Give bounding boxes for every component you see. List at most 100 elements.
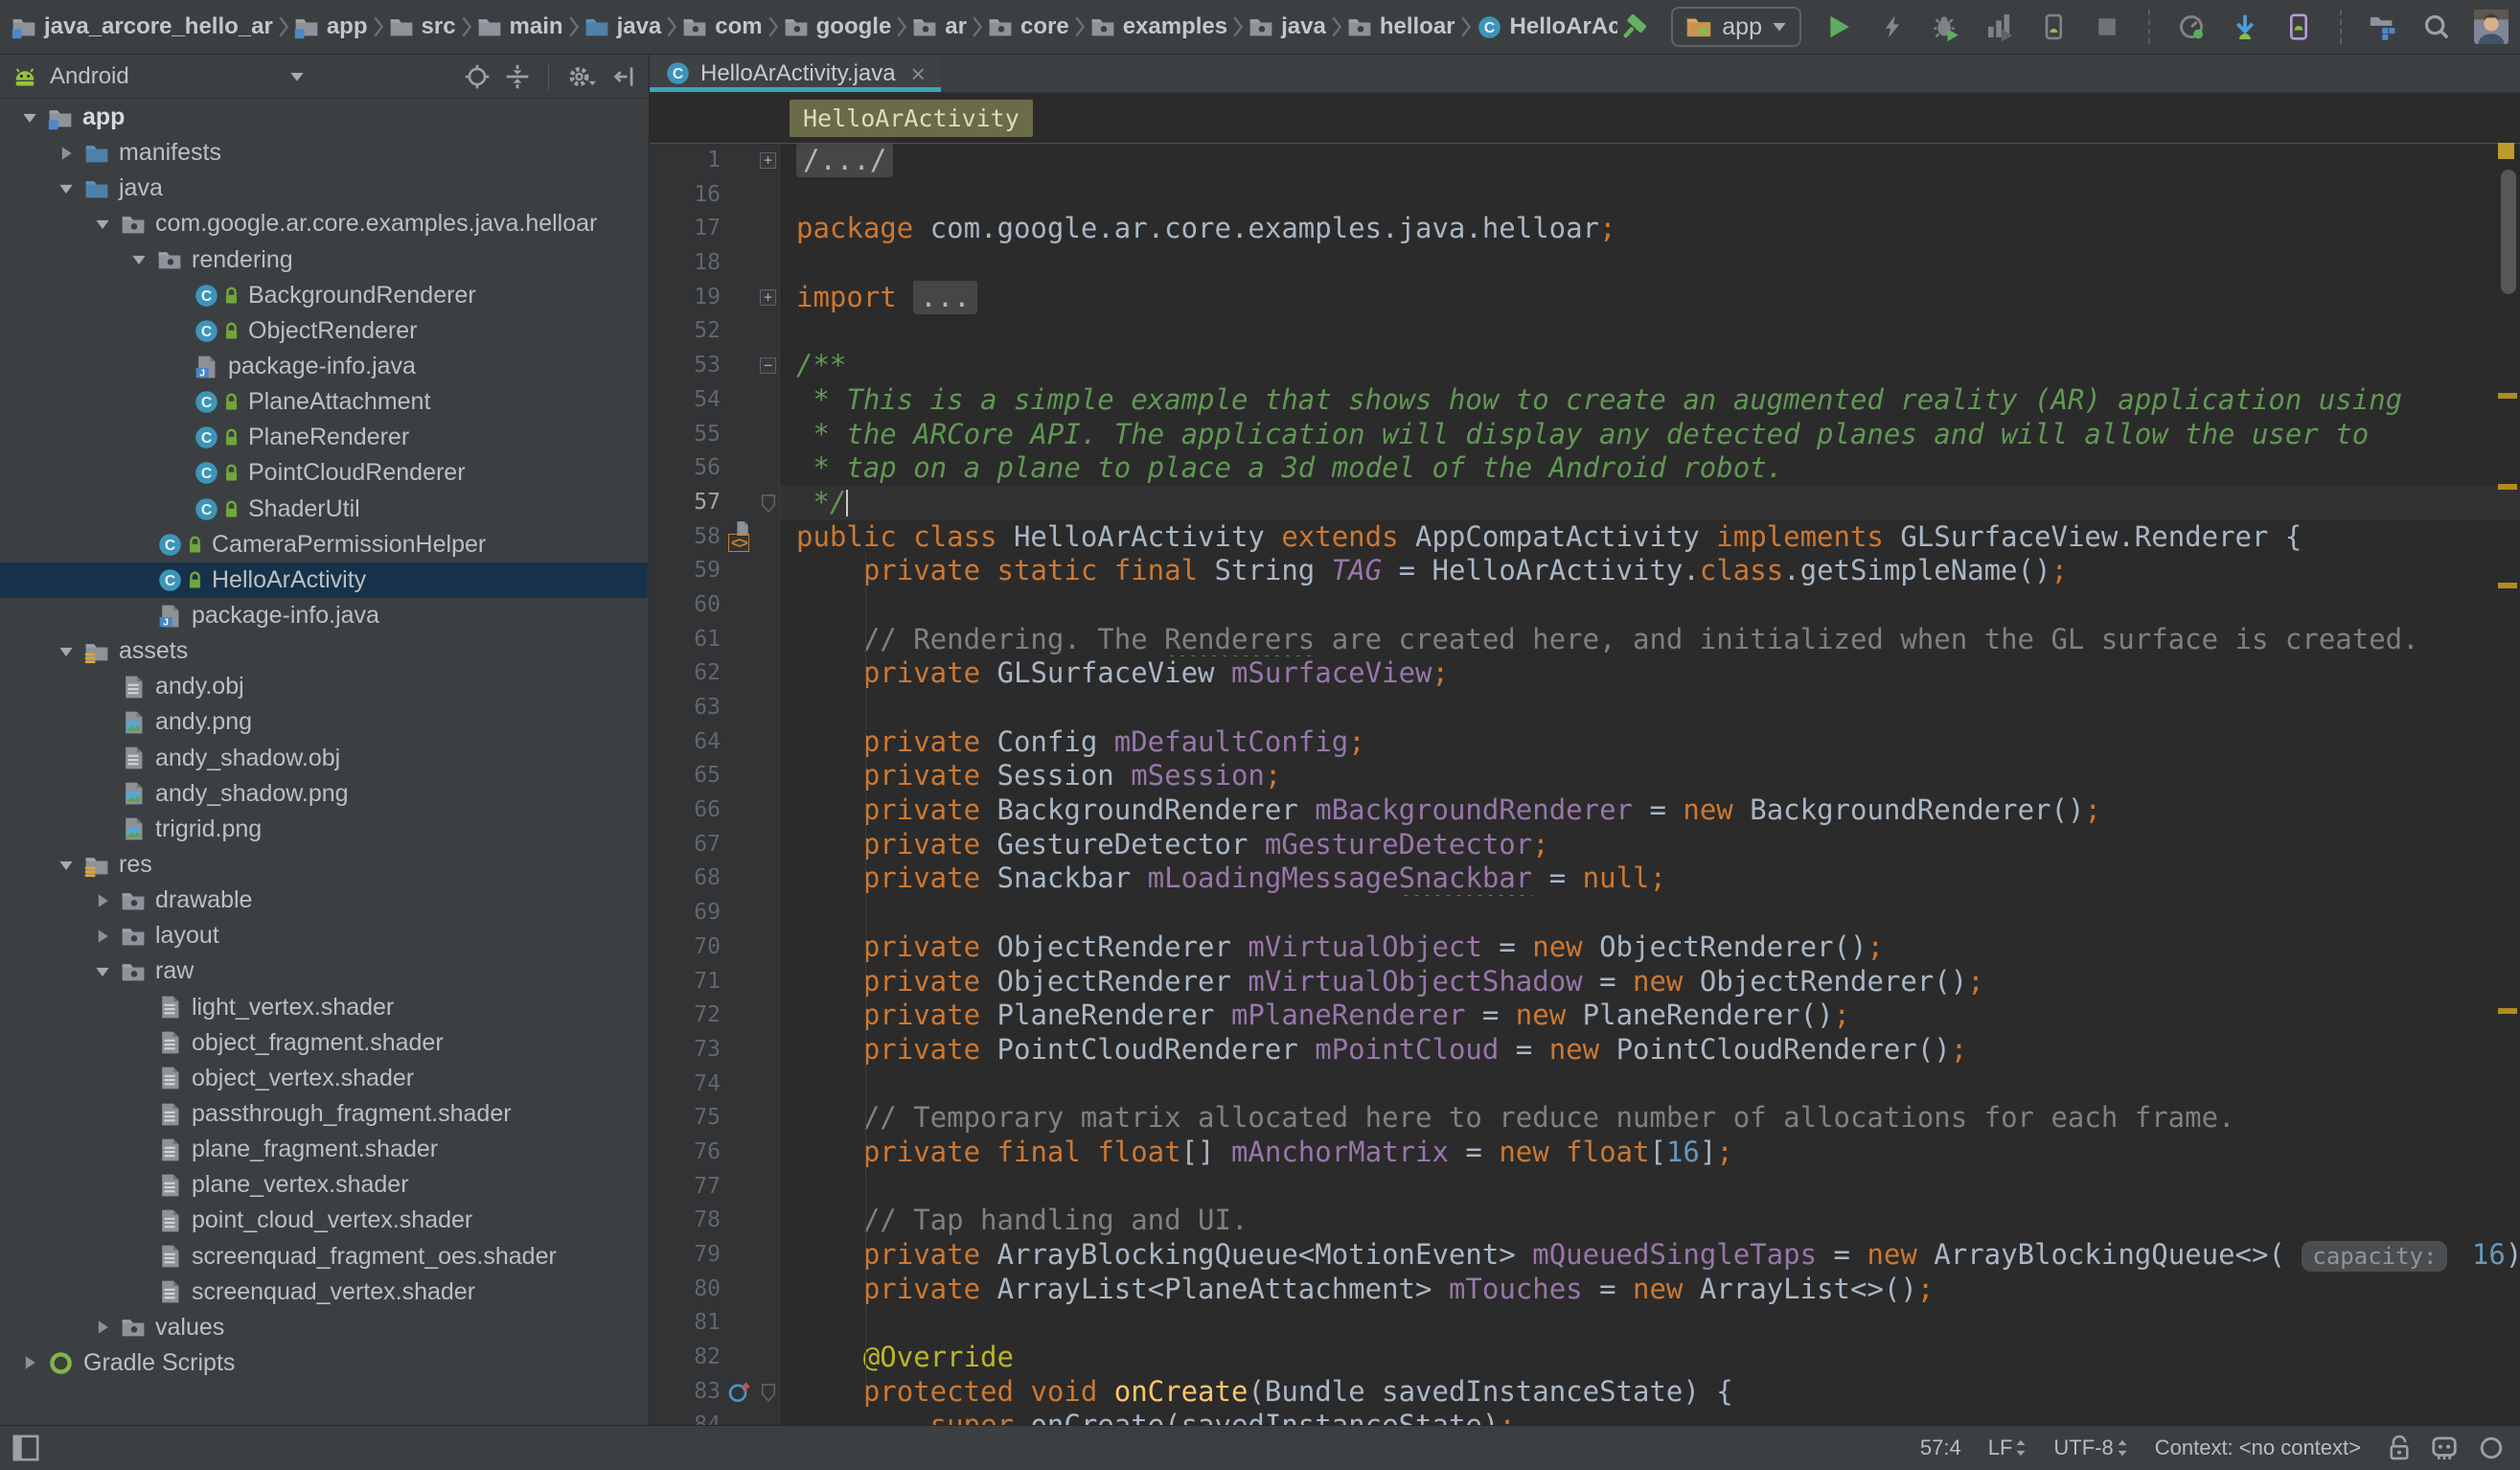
code-text[interactable]: private GLSurfaceView mSurfaceView; [780,656,2520,691]
breadcrumb-item[interactable]: java [1249,13,1326,40]
locate-icon[interactable] [464,63,491,90]
tree-item-java[interactable]: java [0,171,648,206]
collapse-arrow-icon[interactable] [11,1353,48,1372]
tree-item-raw[interactable]: raw [0,953,648,989]
tree-item-app[interactable]: app [0,100,648,135]
code-line-70[interactable]: 70 private ObjectRenderer mVirtualObject… [650,930,2520,965]
tree-item-object-fragment-shader[interactable]: object_fragment.shader [0,1025,648,1061]
code-text[interactable]: super.onCreate(savedInstanceState); [780,1409,2520,1425]
code-text[interactable]: */ [780,486,2520,520]
related-xml-icon[interactable]: <> [728,534,749,552]
expand-arrow-icon[interactable] [84,962,121,981]
avd-manager-icon[interactable] [2282,8,2315,46]
code-line-75[interactable]: 75 // Temporary matrix allocated here to… [650,1101,2520,1136]
code-line-72[interactable]: 72 private PlaneRenderer mPlaneRenderer … [650,999,2520,1033]
code-text[interactable] [780,178,2520,213]
toolwindow-toggle[interactable] [0,1434,40,1462]
tree-item-shaderutil[interactable]: CShaderUtil [0,492,648,527]
fold-collapse-icon[interactable]: − [760,357,776,374]
tree-item-values[interactable]: values [0,1310,648,1345]
code-line-52[interactable]: 52 [650,314,2520,349]
code-line-84[interactable]: 84 super.onCreate(savedInstanceState); [650,1409,2520,1425]
code-line-57[interactable]: 57 */ [650,486,2520,520]
code-line-71[interactable]: 71 private ObjectRenderer mVirtualObject… [650,965,2520,999]
code-text[interactable]: /.../ [780,144,2520,178]
code-line-76[interactable]: 76 private final float[] mAnchorMatrix =… [650,1136,2520,1170]
tree-item-drawable[interactable]: drawable [0,883,648,918]
code-text[interactable] [780,1170,2520,1205]
warning-stripe-mark[interactable] [2498,393,2517,399]
tree-item-plane-fragment-shader[interactable]: plane_fragment.shader [0,1132,648,1167]
tree-item-andy-png[interactable]: andy.png [0,704,648,740]
code-text[interactable]: /** [780,349,2520,383]
tree-item-camerapermissionhelper[interactable]: CCameraPermissionHelper [0,527,648,563]
attach-debugger-icon[interactable] [2229,8,2261,46]
code-text[interactable]: * This is a simple example that shows ho… [780,383,2520,418]
code-text[interactable]: private Config mDefaultConfig; [780,725,2520,760]
code-text[interactable]: * tap on a plane to place a 3d model of … [780,451,2520,486]
tree-item-screenquad-vertex-shader[interactable]: screenquad_vertex.shader [0,1275,648,1310]
collapse-all-icon[interactable] [504,63,531,90]
code-line-78[interactable]: 78 // Tap handling and UI. [650,1204,2520,1238]
debug-icon[interactable] [1930,8,1962,46]
apply-changes-icon[interactable] [1876,8,1909,46]
code-text[interactable]: private final float[] mAnchorMatrix = ne… [780,1136,2520,1170]
run-icon[interactable] [1822,8,1855,46]
tree-item-andy-obj[interactable]: andy.obj [0,669,648,704]
fold-end-icon[interactable] [760,494,777,513]
code-line-83[interactable]: 83 protected void onCreate(Bundle savedI… [650,1375,2520,1410]
stop-icon[interactable] [2091,8,2123,46]
code-text[interactable]: // Tap handling and UI. [780,1204,2520,1238]
tree-item-res[interactable]: res [0,847,648,883]
code-line-64[interactable]: 64 private Config mDefaultConfig; [650,725,2520,760]
code-text[interactable] [780,896,2520,930]
breadcrumb-item[interactable]: main [477,13,563,40]
tree-item-planerenderer[interactable]: CPlaneRenderer [0,420,648,455]
code-text[interactable]: private ArrayList<PlaneAttachment> mTouc… [780,1273,2520,1307]
code-text[interactable]: protected void onCreate(Bundle savedInst… [780,1375,2520,1410]
project-tree[interactable]: appmanifestsjavacom.google.ar.core.examp… [0,100,648,1425]
code-text[interactable]: package com.google.ar.core.examples.java… [780,212,2520,246]
tree-item-layout[interactable]: layout [0,918,648,953]
code-text[interactable] [780,1306,2520,1341]
code-line-81[interactable]: 81 [650,1306,2520,1341]
tree-item-manifests[interactable]: manifests [0,135,648,171]
tree-item-screenquad-fragment-oes-shader[interactable]: screenquad_fragment_oes.shader [0,1239,648,1275]
code-text[interactable]: private PointCloudRenderer mPointCloud =… [780,1033,2520,1068]
code-line-82[interactable]: 82 @Override [650,1341,2520,1375]
code-line-55[interactable]: 55 * the ARCore API. The application wil… [650,418,2520,452]
expand-arrow-icon[interactable] [84,215,121,234]
sync-gauge-icon[interactable] [2175,8,2208,46]
code-text[interactable]: private ArrayBlockingQueue<MotionEvent> … [780,1238,2520,1273]
code-line-54[interactable]: 54 * This is a simple example that shows… [650,383,2520,418]
collapse-arrow-icon[interactable] [48,144,84,163]
collapse-arrow-icon[interactable] [84,891,121,910]
notifications-icon[interactable] [2478,1435,2505,1461]
settings-gear-icon[interactable] [566,63,597,90]
code-line-65[interactable]: 65 private Session mSession; [650,759,2520,793]
code-text[interactable]: private PlaneRenderer mPlaneRenderer = n… [780,999,2520,1033]
breadcrumb-item[interactable]: core [988,13,1069,40]
warning-stripe-mark[interactable] [2498,484,2517,490]
code-line-16[interactable]: 16 [650,178,2520,213]
breadcrumb-item[interactable]: java_arcore_hello_ar [11,13,273,40]
override-method-icon[interactable] [728,1381,751,1404]
tree-item-objectrenderer[interactable]: CObjectRenderer [0,313,648,349]
warning-stripe-mark[interactable] [2498,1008,2517,1014]
tree-item-object-vertex-shader[interactable]: object_vertex.shader [0,1061,648,1096]
project-view-selector[interactable]: Android [11,63,305,90]
breadcrumb-item[interactable]: java [584,13,662,40]
code-text[interactable]: private Snackbar mLoadingMessageSnackbar… [780,861,2520,896]
line-ending-selector[interactable]: LF [1988,1436,2027,1460]
inspections-icon[interactable] [2430,1434,2459,1462]
lock-icon[interactable] [2388,1435,2411,1461]
code-line-61[interactable]: 61 // Rendering. The Renderers are creat… [650,623,2520,657]
fold-expand-icon[interactable]: + [760,289,776,306]
tree-item-andy-shadow-png[interactable]: andy_shadow.png [0,776,648,812]
code-line-58[interactable]: 58<>public class HelloArActivity extends… [650,520,2520,555]
warning-stripe-mark[interactable] [2498,583,2517,588]
close-icon[interactable]: × [905,61,926,86]
tree-item-andy-shadow-obj[interactable]: andy_shadow.obj [0,741,648,776]
run-config-selector[interactable]: app [1671,7,1801,47]
run-device-icon[interactable] [2037,8,2070,46]
